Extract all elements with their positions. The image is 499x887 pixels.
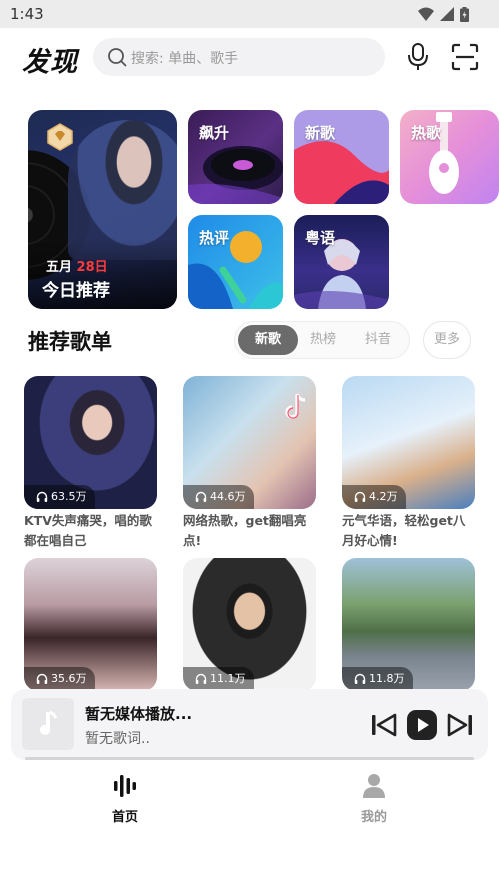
now-playing-lyrics: 暂无歌词.. xyxy=(85,731,150,747)
scan-icon[interactable] xyxy=(450,42,480,72)
playlist-card[interactable]: 11.1万 xyxy=(183,558,316,691)
headphones-icon xyxy=(354,491,366,502)
user-icon xyxy=(363,774,385,798)
headphones-icon xyxy=(195,491,207,502)
tile-label: 飙升 xyxy=(199,124,230,142)
battery-icon xyxy=(460,6,469,22)
nav-label: 首页 xyxy=(111,810,138,825)
recommend-date: 五月 28日 xyxy=(46,260,108,275)
playback-progress-bar[interactable] xyxy=(25,757,474,760)
headphones-icon xyxy=(354,673,366,684)
diamond-badge-icon xyxy=(47,123,73,151)
play-count: 35.6万 xyxy=(24,667,95,691)
tile-label: 热评 xyxy=(199,229,230,247)
play-count: 11.8万 xyxy=(342,667,413,691)
playlist-card[interactable]: 63.5万 KTV失声痛哭，唱的歌都在唱自己 xyxy=(24,376,157,551)
tab-hot-chart[interactable]: 热榜 xyxy=(293,325,353,355)
tile-new-songs[interactable]: 新歌 xyxy=(294,110,389,204)
bottom-navigation: 首页 我的 xyxy=(0,762,499,832)
next-track-icon[interactable] xyxy=(447,713,473,737)
tile-hot-songs[interactable]: 热歌 xyxy=(400,110,499,204)
play-icon[interactable] xyxy=(406,709,438,741)
playlist-cover: 11.8万 xyxy=(342,558,475,691)
headphones-icon xyxy=(36,673,48,684)
search-icon xyxy=(108,48,127,67)
nav-home[interactable]: 首页 xyxy=(80,772,170,825)
play-count: 63.5万 xyxy=(24,485,95,509)
mini-player[interactable]: 暂无媒体播放... 暂无歌词.. xyxy=(11,689,488,760)
playlist-card[interactable]: 44.6万 网络热歌，get翻唱亮点! xyxy=(183,376,316,551)
section-title: 推荐歌单 xyxy=(28,330,112,354)
music-note-icon xyxy=(40,710,58,735)
now-playing-title: 暂无媒体播放... xyxy=(85,705,193,723)
previous-track-icon[interactable] xyxy=(371,713,397,737)
sound-wave-icon xyxy=(114,775,136,797)
playlist-card[interactable]: 11.8万 xyxy=(342,558,475,691)
status-bar: 1:43 xyxy=(0,0,499,28)
tile-hot-comments[interactable]: 热评 xyxy=(188,215,283,309)
playlist-cover: 63.5万 xyxy=(24,376,157,509)
nav-label: 我的 xyxy=(360,810,387,825)
tab-new-songs[interactable]: 新歌 xyxy=(238,325,298,355)
recommend-day: 28日 xyxy=(76,260,108,275)
more-button[interactable]: 更多 xyxy=(423,321,471,359)
playlist-cover: 4.2万 xyxy=(342,376,475,509)
playlist-title: KTV失声痛哭，唱的歌都在唱自己 xyxy=(24,513,152,548)
playlist-title: 元气华语，轻松get八月好心情! xyxy=(342,513,466,548)
page-logo: 发现 xyxy=(22,47,78,78)
status-time: 1:43 xyxy=(10,5,44,23)
playlist-cover: 11.1万 xyxy=(183,558,316,691)
tile-soaring-chart[interactable]: 飙升 xyxy=(188,110,283,204)
tile-label: 新歌 xyxy=(305,124,336,142)
play-count: 44.6万 xyxy=(183,485,254,509)
tile-cantonese[interactable]: 粤语 xyxy=(294,215,389,309)
playlist-title: 网络热歌，get翻唱亮点! xyxy=(183,513,307,548)
search-bar[interactable]: 搜索: 单曲、歌手 xyxy=(93,38,385,76)
playlist-tab-switcher: 新歌 热榜 抖音 xyxy=(234,321,410,359)
playlist-card[interactable]: 4.2万 元气华语，轻松get八月好心情! xyxy=(342,376,475,551)
tile-label: 热歌 xyxy=(411,124,442,142)
wifi-icon xyxy=(418,7,434,21)
headphones-icon xyxy=(36,491,48,502)
play-count: 11.1万 xyxy=(183,667,254,691)
headphones-icon xyxy=(195,673,207,684)
search-placeholder: 搜索: 单曲、歌手 xyxy=(131,51,239,67)
recommend-title: 今日推荐 xyxy=(42,281,110,301)
nav-mine[interactable]: 我的 xyxy=(329,772,419,825)
play-count: 4.2万 xyxy=(342,485,406,509)
playlist-cover: 44.6万 xyxy=(183,376,316,509)
tile-label: 粤语 xyxy=(305,229,336,247)
signal-icon xyxy=(440,7,454,21)
status-icons xyxy=(418,6,469,22)
playlist-cover: 35.6万 xyxy=(24,558,157,691)
tab-douyin[interactable]: 抖音 xyxy=(348,325,408,355)
header: 发现 搜索: 单曲、歌手 xyxy=(0,28,499,90)
daily-recommend-card[interactable]: 五月 28日 今日推荐 xyxy=(28,110,177,309)
album-art-placeholder xyxy=(22,698,74,750)
tiktok-logo-icon xyxy=(285,393,306,419)
microphone-icon[interactable] xyxy=(404,42,432,72)
playlist-card[interactable]: 35.6万 xyxy=(24,558,157,691)
